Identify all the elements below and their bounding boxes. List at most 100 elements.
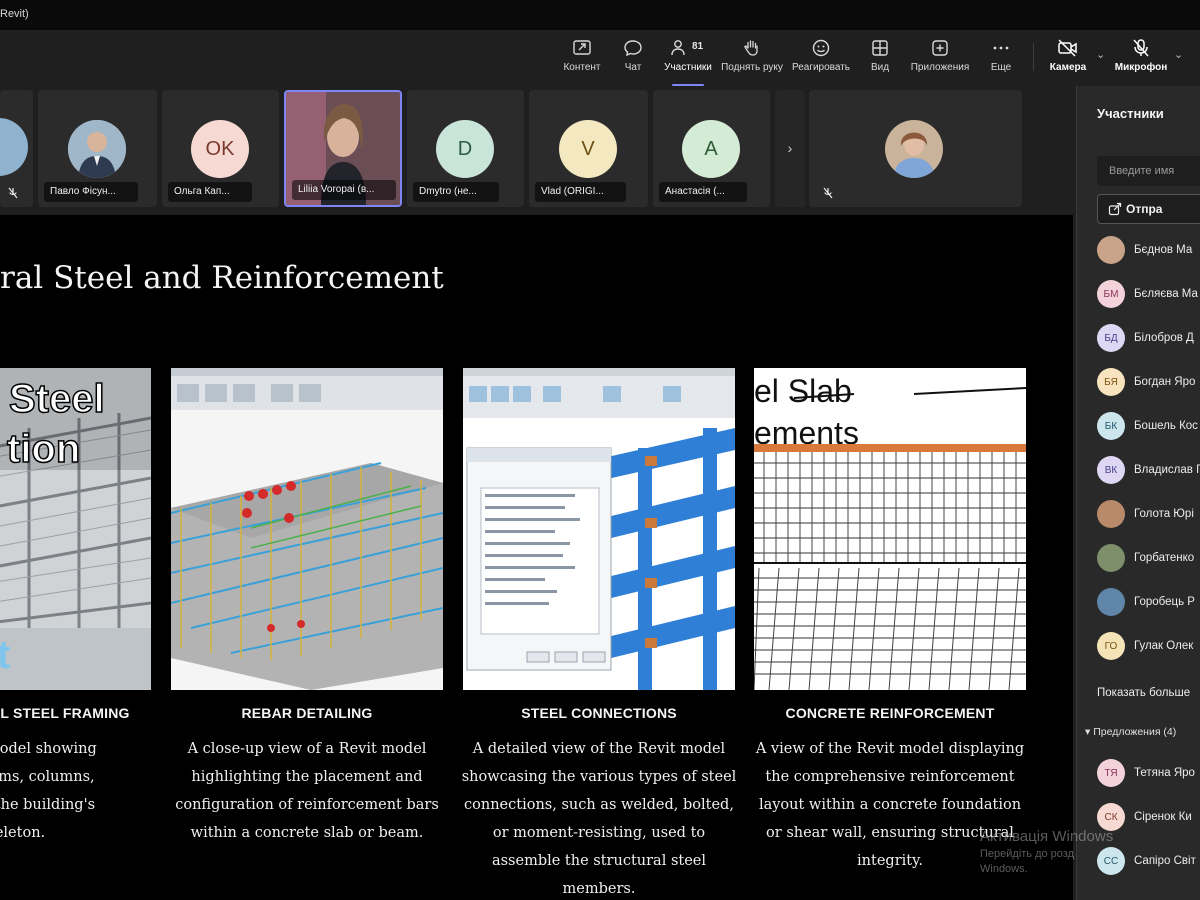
video-tile[interactable]: V Vlad (ORIGI...	[529, 90, 648, 207]
chat-button[interactable]: Чат	[615, 38, 651, 80]
video-tile[interactable]	[0, 90, 33, 207]
mic-options-chevron-icon[interactable]: ⌄	[1174, 48, 1183, 61]
participant-row[interactable]: Бєднов Ма	[1097, 231, 1200, 271]
card-description-line: within a concrete slab or beam.	[190, 825, 424, 841]
suggestions-label: Предложения (4)	[1093, 726, 1177, 738]
card-description-line: A close-up view of a Revit model	[187, 741, 427, 757]
card-heading: CONCRETE REINFORCEMENT	[785, 705, 995, 721]
participant-name: Бєляєва Ма	[1134, 288, 1198, 300]
card-image-text: Steel	[9, 377, 105, 421]
content-button[interactable]: Контент	[560, 38, 604, 80]
avatar: ГО	[1097, 632, 1125, 660]
participant-row[interactable]: БМ Бєляєва Ма	[1097, 275, 1200, 315]
meeting-toolbar: Контент Чат 81 Участники Поднять руку Ре…	[0, 30, 1200, 86]
participant-name: Dmytro (не...	[413, 182, 499, 202]
participant-name: Павло Фісун...	[44, 182, 138, 202]
microphone-button[interactable]: Микрофон	[1114, 38, 1168, 80]
avatar: D	[436, 120, 494, 178]
card-description-line: or moment-resisting, used to	[492, 825, 706, 841]
pane-title: Участники	[1097, 106, 1164, 121]
video-tile[interactable]: Павло Фісун...	[38, 90, 157, 207]
participant-name: Бєднов Ма	[1134, 244, 1193, 256]
card-image-text: t	[0, 633, 10, 677]
avatar: ВК	[1097, 456, 1125, 484]
next-participants-chevron-icon[interactable]: ›	[775, 90, 805, 207]
avatar	[1097, 588, 1125, 616]
participant-row[interactable]: БЯ Богдан Яро	[1097, 363, 1200, 403]
participant-row[interactable]: ВК Владислав Г	[1097, 451, 1200, 491]
card-description-line: eleton.	[0, 825, 46, 841]
raise-hand-label: Поднять руку	[721, 62, 783, 73]
video-tile[interactable]	[809, 90, 1022, 207]
video-tile[interactable]: D Dmytro (не...	[407, 90, 524, 207]
more-label: Еще	[990, 62, 1012, 73]
card-description: A detailed view of the Revit model showc…	[444, 735, 754, 900]
suggestions-section-toggle[interactable]: ▾ Предложения (4)	[1085, 726, 1176, 738]
avatar	[0, 118, 28, 176]
muted-mic-icon	[8, 187, 18, 199]
participant-name: Горбатенко	[1134, 552, 1195, 564]
card-image-rebar-detailing	[171, 368, 443, 690]
toolbar-divider	[1033, 43, 1034, 71]
window-title-bar: Revit)	[0, 0, 1200, 30]
video-tile[interactable]: A Анастасія (...	[653, 90, 770, 207]
video-tile[interactable]: OK Ольга Кап...	[162, 90, 279, 207]
participant-row[interactable]: Горбатенко	[1097, 539, 1200, 579]
share-invite-button[interactable]: Отпра	[1097, 194, 1200, 224]
avatar: БД	[1097, 324, 1125, 352]
participant-row[interactable]: ГО Гулак Олек	[1097, 627, 1200, 667]
card-description-line: Revit model showing	[0, 741, 97, 757]
show-more-link[interactable]: Показать больше	[1097, 687, 1190, 699]
card-description-line: t form the building's	[0, 797, 96, 813]
video-tile-selected[interactable]: Liliia Voropai (в...	[284, 90, 402, 207]
person-photo-icon	[68, 120, 126, 178]
participants-button[interactable]: 81 Участники	[660, 38, 716, 86]
avatar	[885, 120, 943, 178]
react-button[interactable]: Реагировать	[790, 38, 852, 80]
card-image-text: el Slab	[754, 373, 852, 409]
camera-options-chevron-icon[interactable]: ⌄	[1096, 48, 1105, 61]
participant-name: Тетяна Яро	[1134, 767, 1195, 779]
more-icon	[993, 46, 1009, 50]
more-button[interactable]: Еще	[984, 38, 1018, 80]
content-label: Контент	[563, 62, 601, 73]
apps-button[interactable]: Приложения	[908, 38, 972, 80]
card-description-line: assemble the structural steel	[491, 853, 707, 869]
participant-name: Liliia Voropai (в...	[292, 180, 397, 200]
apps-icon	[932, 40, 948, 56]
avatar: БЯ	[1097, 368, 1125, 396]
card-description-line: configuration of reinforcement bars	[175, 797, 439, 813]
avatar: ТЯ	[1097, 759, 1125, 787]
emoji-icon	[812, 39, 830, 57]
participant-name: Богдан Яро	[1134, 376, 1196, 388]
chat-icon	[624, 40, 642, 57]
card-description-line: connections, such as welded, bolted,	[464, 797, 734, 813]
participants-pane: Участники Введите имя Отпра Бєднов Ма БМ…	[1076, 86, 1200, 900]
raise-hand-icon	[744, 40, 758, 56]
participant-search-input[interactable]: Введите имя	[1097, 156, 1200, 186]
participant-row[interactable]: БД Білобров Д	[1097, 319, 1200, 359]
card-description: A close-up view of a Revit model highlig…	[157, 735, 457, 847]
avatar	[1097, 544, 1125, 572]
avatar: БК	[1097, 412, 1125, 440]
participant-row[interactable]: БК Бошель Кос	[1097, 407, 1200, 447]
avatar: БМ	[1097, 280, 1125, 308]
participant-row[interactable]: Горобець Р	[1097, 583, 1200, 623]
microphone-label: Микрофон	[1114, 62, 1168, 73]
person-photo-icon	[885, 120, 943, 178]
windows-activation-watermark: Активація Windows Перейдіть до розд Wind…	[980, 828, 1113, 875]
raise-hand-button[interactable]: Поднять руку	[720, 38, 784, 80]
react-label: Реагировать	[791, 62, 851, 73]
camera-button[interactable]: Камера	[1046, 38, 1090, 80]
suggested-participant-row[interactable]: ТЯ Тетяна Яро	[1097, 754, 1200, 794]
avatar: V	[559, 120, 617, 178]
card-description-line: A view of the Revit model displaying	[755, 741, 1025, 757]
participant-row[interactable]: Голота Юрі	[1097, 495, 1200, 535]
participant-name: Голота Юрі	[1134, 508, 1194, 520]
watermark-line: Перейдіть до розд	[980, 848, 1075, 860]
view-button[interactable]: Вид	[862, 38, 898, 80]
camera-off-icon	[1058, 39, 1077, 57]
muted-mic-icon	[823, 187, 833, 199]
card-image-concrete-reinforcement: el Slab ements	[754, 368, 1026, 690]
watermark-line: Windows.	[980, 863, 1028, 875]
